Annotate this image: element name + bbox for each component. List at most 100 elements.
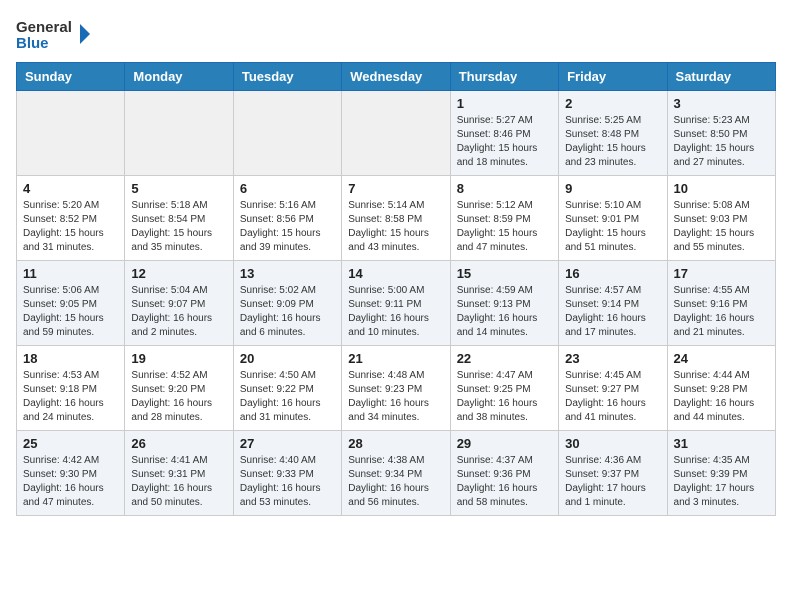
calendar-cell: 8 Sunrise: 5:12 AM Sunset: 8:59 PM Daylig…	[450, 176, 558, 261]
day-header-sunday: Sunday	[17, 63, 125, 91]
calendar-cell: 22 Sunrise: 4:47 AM Sunset: 9:25 PM Dayli…	[450, 346, 558, 431]
calendar-cell: 31 Sunrise: 4:35 AM Sunset: 9:39 PM Dayli…	[667, 431, 775, 516]
day-info: Sunrise: 5:23 AM Sunset: 8:50 PM Dayligh…	[674, 114, 769, 170]
day-info: Sunrise: 4:52 AM Sunset: 9:20 PM Dayligh…	[131, 369, 226, 425]
calendar-cell	[17, 91, 125, 176]
calendar-cell: 20 Sunrise: 4:50 AM Sunset: 9:22 PM Dayli…	[233, 346, 341, 431]
day-info: Sunrise: 5:08 AM Sunset: 9:03 PM Dayligh…	[674, 199, 769, 255]
day-info: Sunrise: 5:25 AM Sunset: 8:48 PM Dayligh…	[565, 114, 660, 170]
day-number: 4	[23, 181, 118, 196]
page-header: GeneralBlue	[16, 16, 776, 54]
day-number: 23	[565, 351, 660, 366]
calendar-cell: 19Sunrise: 4:52 AM Sunset: 9:20 PM Dayli…	[125, 346, 233, 431]
day-info: Sunrise: 5:27 AM Sunset: 8:46 PM Dayligh…	[457, 114, 552, 170]
day-number: 5	[131, 181, 226, 196]
calendar-cell: 5 Sunrise: 5:18 AM Sunset: 8:54 PM Daylig…	[125, 176, 233, 261]
day-number: 25	[23, 436, 118, 451]
day-header-monday: Monday	[125, 63, 233, 91]
day-number: 28	[348, 436, 443, 451]
day-info: Sunrise: 5:14 AM Sunset: 8:58 PM Dayligh…	[348, 199, 443, 255]
day-number: 1	[457, 96, 552, 111]
calendar-cell: 4Sunrise: 5:20 AM Sunset: 8:52 PM Daylig…	[17, 176, 125, 261]
calendar-cell: 15Sunrise: 4:59 AM Sunset: 9:13 PM Dayli…	[450, 261, 558, 346]
day-info: Sunrise: 4:42 AM Sunset: 9:30 PM Dayligh…	[23, 454, 118, 510]
day-info: Sunrise: 4:47 AM Sunset: 9:25 PM Dayligh…	[457, 369, 552, 425]
day-info: Sunrise: 4:53 AM Sunset: 9:18 PM Dayligh…	[23, 369, 118, 425]
calendar-cell	[342, 91, 450, 176]
day-info: Sunrise: 5:18 AM Sunset: 8:54 PM Dayligh…	[131, 199, 226, 255]
svg-text:Blue: Blue	[16, 35, 49, 52]
day-number: 13	[240, 266, 335, 281]
calendar-cell: 28 Sunrise: 4:38 AM Sunset: 9:34 PM Dayli…	[342, 431, 450, 516]
day-number: 17	[674, 266, 769, 281]
day-info: Sunrise: 5:00 AM Sunset: 9:11 PM Dayligh…	[348, 284, 443, 340]
day-info: Sunrise: 5:10 AM Sunset: 9:01 PM Dayligh…	[565, 199, 660, 255]
day-info: Sunrise: 4:38 AM Sunset: 9:34 PM Dayligh…	[348, 454, 443, 510]
day-number: 24	[674, 351, 769, 366]
day-number: 16	[565, 266, 660, 281]
day-info: Sunrise: 4:50 AM Sunset: 9:22 PM Dayligh…	[240, 369, 335, 425]
day-info: Sunrise: 5:12 AM Sunset: 8:59 PM Dayligh…	[457, 199, 552, 255]
day-info: Sunrise: 4:48 AM Sunset: 9:23 PM Dayligh…	[348, 369, 443, 425]
calendar-cell: 27 Sunrise: 4:40 AM Sunset: 9:33 PM Dayli…	[233, 431, 341, 516]
calendar-cell: 10Sunrise: 5:08 AM Sunset: 9:03 PM Dayli…	[667, 176, 775, 261]
day-number: 12	[131, 266, 226, 281]
calendar-cell: 30Sunrise: 4:36 AM Sunset: 9:37 PM Dayli…	[559, 431, 667, 516]
day-info: Sunrise: 5:02 AM Sunset: 9:09 PM Dayligh…	[240, 284, 335, 340]
calendar-week-row: 4Sunrise: 5:20 AM Sunset: 8:52 PM Daylig…	[17, 176, 776, 261]
day-number: 20	[240, 351, 335, 366]
calendar-week-row: 11 Sunrise: 5:06 AM Sunset: 9:05 PM Dayli…	[17, 261, 776, 346]
day-number: 27	[240, 436, 335, 451]
day-number: 8	[457, 181, 552, 196]
day-number: 18	[23, 351, 118, 366]
day-info: Sunrise: 4:41 AM Sunset: 9:31 PM Dayligh…	[131, 454, 226, 510]
calendar-cell: 12 Sunrise: 5:04 AM Sunset: 9:07 PM Dayli…	[125, 261, 233, 346]
day-info: Sunrise: 4:40 AM Sunset: 9:33 PM Dayligh…	[240, 454, 335, 510]
day-header-thursday: Thursday	[450, 63, 558, 91]
calendar-cell: 26Sunrise: 4:41 AM Sunset: 9:31 PM Dayli…	[125, 431, 233, 516]
calendar-cell	[125, 91, 233, 176]
day-number: 22	[457, 351, 552, 366]
day-number: 9	[565, 181, 660, 196]
day-info: Sunrise: 4:44 AM Sunset: 9:28 PM Dayligh…	[674, 369, 769, 425]
calendar-cell: 25 Sunrise: 4:42 AM Sunset: 9:30 PM Dayli…	[17, 431, 125, 516]
day-info: Sunrise: 5:04 AM Sunset: 9:07 PM Dayligh…	[131, 284, 226, 340]
calendar-cell: 29 Sunrise: 4:37 AM Sunset: 9:36 PM Dayli…	[450, 431, 558, 516]
calendar-cell: 7 Sunrise: 5:14 AM Sunset: 8:58 PM Daylig…	[342, 176, 450, 261]
day-header-saturday: Saturday	[667, 63, 775, 91]
day-number: 29	[457, 436, 552, 451]
calendar-table: SundayMondayTuesdayWednesdayThursdayFrid…	[16, 62, 776, 516]
day-info: Sunrise: 5:06 AM Sunset: 9:05 PM Dayligh…	[23, 284, 118, 340]
day-header-friday: Friday	[559, 63, 667, 91]
generalblue-logo: GeneralBlue	[16, 16, 96, 54]
day-number: 21	[348, 351, 443, 366]
calendar-cell: 3 Sunrise: 5:23 AM Sunset: 8:50 PM Daylig…	[667, 91, 775, 176]
calendar-cell: 9 Sunrise: 5:10 AM Sunset: 9:01 PM Daylig…	[559, 176, 667, 261]
calendar-cell: 18 Sunrise: 4:53 AM Sunset: 9:18 PM Dayli…	[17, 346, 125, 431]
day-number: 7	[348, 181, 443, 196]
day-header-tuesday: Tuesday	[233, 63, 341, 91]
calendar-week-row: 1 Sunrise: 5:27 AM Sunset: 8:46 PM Daylig…	[17, 91, 776, 176]
calendar-cell: 16 Sunrise: 4:57 AM Sunset: 9:14 PM Dayli…	[559, 261, 667, 346]
day-number: 2	[565, 96, 660, 111]
day-number: 31	[674, 436, 769, 451]
calendar-week-row: 25 Sunrise: 4:42 AM Sunset: 9:30 PM Dayli…	[17, 431, 776, 516]
calendar-cell: 2 Sunrise: 5:25 AM Sunset: 8:48 PM Daylig…	[559, 91, 667, 176]
day-info: Sunrise: 5:16 AM Sunset: 8:56 PM Dayligh…	[240, 199, 335, 255]
calendar-cell: 1 Sunrise: 5:27 AM Sunset: 8:46 PM Daylig…	[450, 91, 558, 176]
day-info: Sunrise: 4:35 AM Sunset: 9:39 PM Dayligh…	[674, 454, 769, 510]
logo: GeneralBlue	[16, 16, 96, 54]
calendar-header-row: SundayMondayTuesdayWednesdayThursdayFrid…	[17, 63, 776, 91]
day-info: Sunrise: 4:57 AM Sunset: 9:14 PM Dayligh…	[565, 284, 660, 340]
day-number: 3	[674, 96, 769, 111]
calendar-cell: 13 Sunrise: 5:02 AM Sunset: 9:09 PM Dayli…	[233, 261, 341, 346]
day-info: Sunrise: 4:36 AM Sunset: 9:37 PM Dayligh…	[565, 454, 660, 510]
day-info: Sunrise: 4:37 AM Sunset: 9:36 PM Dayligh…	[457, 454, 552, 510]
calendar-cell: 14Sunrise: 5:00 AM Sunset: 9:11 PM Dayli…	[342, 261, 450, 346]
day-number: 11	[23, 266, 118, 281]
calendar-cell: 11 Sunrise: 5:06 AM Sunset: 9:05 PM Dayli…	[17, 261, 125, 346]
day-header-wednesday: Wednesday	[342, 63, 450, 91]
calendar-cell: 23Sunrise: 4:45 AM Sunset: 9:27 PM Dayli…	[559, 346, 667, 431]
calendar-cell: 6Sunrise: 5:16 AM Sunset: 8:56 PM Daylig…	[233, 176, 341, 261]
day-number: 15	[457, 266, 552, 281]
